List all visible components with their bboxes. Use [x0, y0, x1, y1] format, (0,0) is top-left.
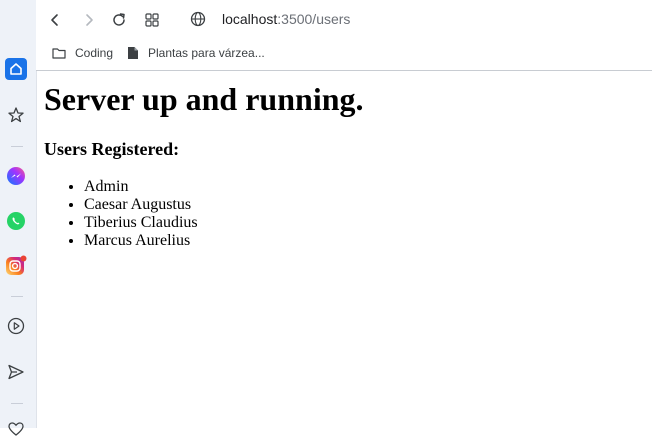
list-item: Admin [84, 178, 644, 196]
forward-button[interactable] [79, 10, 99, 30]
users-list: Admin Caesar Augustus Tiberius Claudius … [44, 178, 644, 250]
list-item: Tiberius Claudius [84, 214, 644, 232]
send-icon[interactable] [5, 361, 27, 383]
folder-icon [52, 48, 66, 59]
bookmark-label: Coding [75, 46, 114, 60]
address-host: localhost [222, 11, 278, 27]
page-title: Server up and running. [44, 81, 364, 117]
bookmark-label: Plantas para várzea... [148, 46, 265, 60]
list-item: Caesar Augustus [84, 196, 644, 214]
back-button[interactable] [45, 10, 65, 30]
tab-grid-button[interactable] [142, 10, 162, 30]
page-icon [128, 47, 138, 59]
sidebar-divider [11, 146, 23, 147]
reload-button[interactable] [109, 10, 129, 30]
chevron-left-icon [51, 14, 58, 26]
bookmark-coding[interactable]: Coding [52, 46, 113, 60]
sidebar-divider [11, 403, 23, 404]
star-icon[interactable] [5, 104, 27, 126]
users-heading: Users Registered: [44, 139, 180, 159]
bookmarks-bar: Coding Plantas para várzea... [36, 40, 652, 71]
home-icon[interactable] [5, 58, 27, 80]
sidebar-divider [11, 296, 23, 297]
grid-icon [145, 13, 159, 27]
messenger-icon[interactable] [5, 165, 27, 187]
play-icon[interactable] [5, 315, 27, 337]
heart-icon[interactable] [5, 418, 27, 440]
chevron-right-icon [86, 14, 93, 26]
whatsapp-icon[interactable] [5, 210, 27, 232]
list-item: Marcus Aurelius [84, 232, 644, 250]
address-path: :3500/users [277, 11, 351, 27]
reload-icon [113, 13, 125, 26]
globe-icon [190, 11, 206, 32]
bookmark-plantas[interactable]: Plantas para várzea... [127, 46, 265, 60]
address-bar[interactable]: localhost:3500/users [222, 11, 350, 27]
browser-sidebar [0, 0, 37, 436]
instagram-icon[interactable] [5, 255, 27, 277]
browser-toolbar: localhost:3500/users [36, 0, 652, 40]
page-content: Server up and running. Users Registered:… [44, 71, 644, 250]
